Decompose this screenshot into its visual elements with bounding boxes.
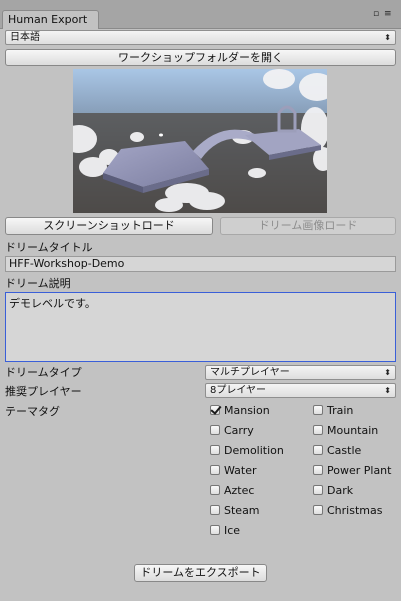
tag-ice[interactable]: Ice <box>210 523 240 537</box>
dropdown-arrow-icon: ⬍ <box>384 368 391 377</box>
dropdown-arrow-icon: ⬍ <box>384 33 391 42</box>
checkbox-demolition[interactable] <box>210 445 220 455</box>
checkbox-power-plant[interactable] <box>313 465 323 475</box>
open-workshop-folder-button[interactable]: ワークショップフォルダーを開く <box>5 49 396 66</box>
dream-title-input[interactable]: HFF-Workshop-Demo <box>5 256 396 272</box>
recommended-players-dropdown[interactable]: 8プレイヤー ⬍ <box>205 383 396 398</box>
tag-christmas-label: Christmas <box>327 503 383 517</box>
tag-steam-label: Steam <box>224 503 260 517</box>
dream-type-label: ドリームタイプ <box>5 366 82 379</box>
tag-aztec-label: Aztec <box>224 483 255 497</box>
tag-water[interactable]: Water <box>210 463 257 477</box>
checkbox-mansion[interactable] <box>210 405 220 415</box>
load-screenshot-button[interactable]: スクリーンショットロード <box>5 217 213 235</box>
load-dream-image-button[interactable]: ドリーム画像ロード <box>220 217 396 235</box>
menu-icon[interactable]: ≡ <box>384 9 392 19</box>
tag-aztec[interactable]: Aztec <box>210 483 254 497</box>
tag-ice-label: Ice <box>224 523 241 537</box>
tag-christmas[interactable]: Christmas <box>313 503 382 517</box>
checkbox-dark[interactable] <box>313 485 323 495</box>
tab-human-export[interactable]: Human Export <box>2 10 99 29</box>
dream-title-label: ドリームタイトル <box>5 241 93 254</box>
minimize-icon[interactable]: ▫ <box>373 9 379 19</box>
tag-carry[interactable]: Carry <box>210 423 254 437</box>
dropdown-arrow-icon: ⬍ <box>384 386 391 395</box>
tag-dark[interactable]: Dark <box>313 483 353 497</box>
dream-type-dropdown[interactable]: マルチプレイヤー ⬍ <box>205 365 396 380</box>
checkbox-steam[interactable] <box>210 505 220 515</box>
dream-description-label: ドリーム説明 <box>5 277 71 290</box>
tag-mountain-label: Mountain <box>327 423 379 437</box>
tag-train[interactable]: Train <box>313 403 353 417</box>
tag-mountain[interactable]: Mountain <box>313 423 378 437</box>
recommended-players-label: 推奨プレイヤー <box>5 385 82 398</box>
tag-dark-label: Dark <box>327 483 354 497</box>
tag-mansion[interactable]: Mansion <box>210 403 270 417</box>
tag-water-label: Water <box>224 463 257 477</box>
tag-demolition[interactable]: Demolition <box>210 443 284 457</box>
tag-castle[interactable]: Castle <box>313 443 361 457</box>
human-export-window: Human Export ▫ ≡ 日本語 ⬍ ワークショップフォルダーを開く ス… <box>0 0 401 601</box>
checkbox-carry[interactable] <box>210 425 220 435</box>
dream-description-textarea[interactable]: デモレベルです。 <box>5 292 396 362</box>
language-dropdown-value: 日本語 <box>10 32 40 43</box>
dream-type-value: マルチプレイヤー <box>210 367 290 378</box>
language-dropdown[interactable]: 日本語 ⬍ <box>5 30 396 45</box>
theme-tags-label: テーマタグ <box>5 405 60 418</box>
tag-train-label: Train <box>327 403 354 417</box>
tag-steam[interactable]: Steam <box>210 503 260 517</box>
checkbox-christmas[interactable] <box>313 505 323 515</box>
export-dream-button[interactable]: ドリームをエクスポート <box>134 564 267 582</box>
tag-demolition-label: Demolition <box>224 443 284 457</box>
checkbox-castle[interactable] <box>313 445 323 455</box>
tag-power-plant-label: Power Plant <box>327 463 392 477</box>
tag-power-plant[interactable]: Power Plant <box>313 463 391 477</box>
checkbox-train[interactable] <box>313 405 323 415</box>
tag-castle-label: Castle <box>327 443 362 457</box>
tag-mansion-label: Mansion <box>224 403 270 417</box>
dream-preview-image <box>73 69 327 213</box>
tab-strip: Human Export ▫ ≡ <box>0 0 401 29</box>
recommended-players-value: 8プレイヤー <box>210 385 267 396</box>
level-screenshot <box>73 69 327 213</box>
tag-carry-label: Carry <box>224 423 254 437</box>
checkbox-ice[interactable] <box>210 525 220 535</box>
checkbox-water[interactable] <box>210 465 220 475</box>
checkbox-mountain[interactable] <box>313 425 323 435</box>
checkbox-aztec[interactable] <box>210 485 220 495</box>
